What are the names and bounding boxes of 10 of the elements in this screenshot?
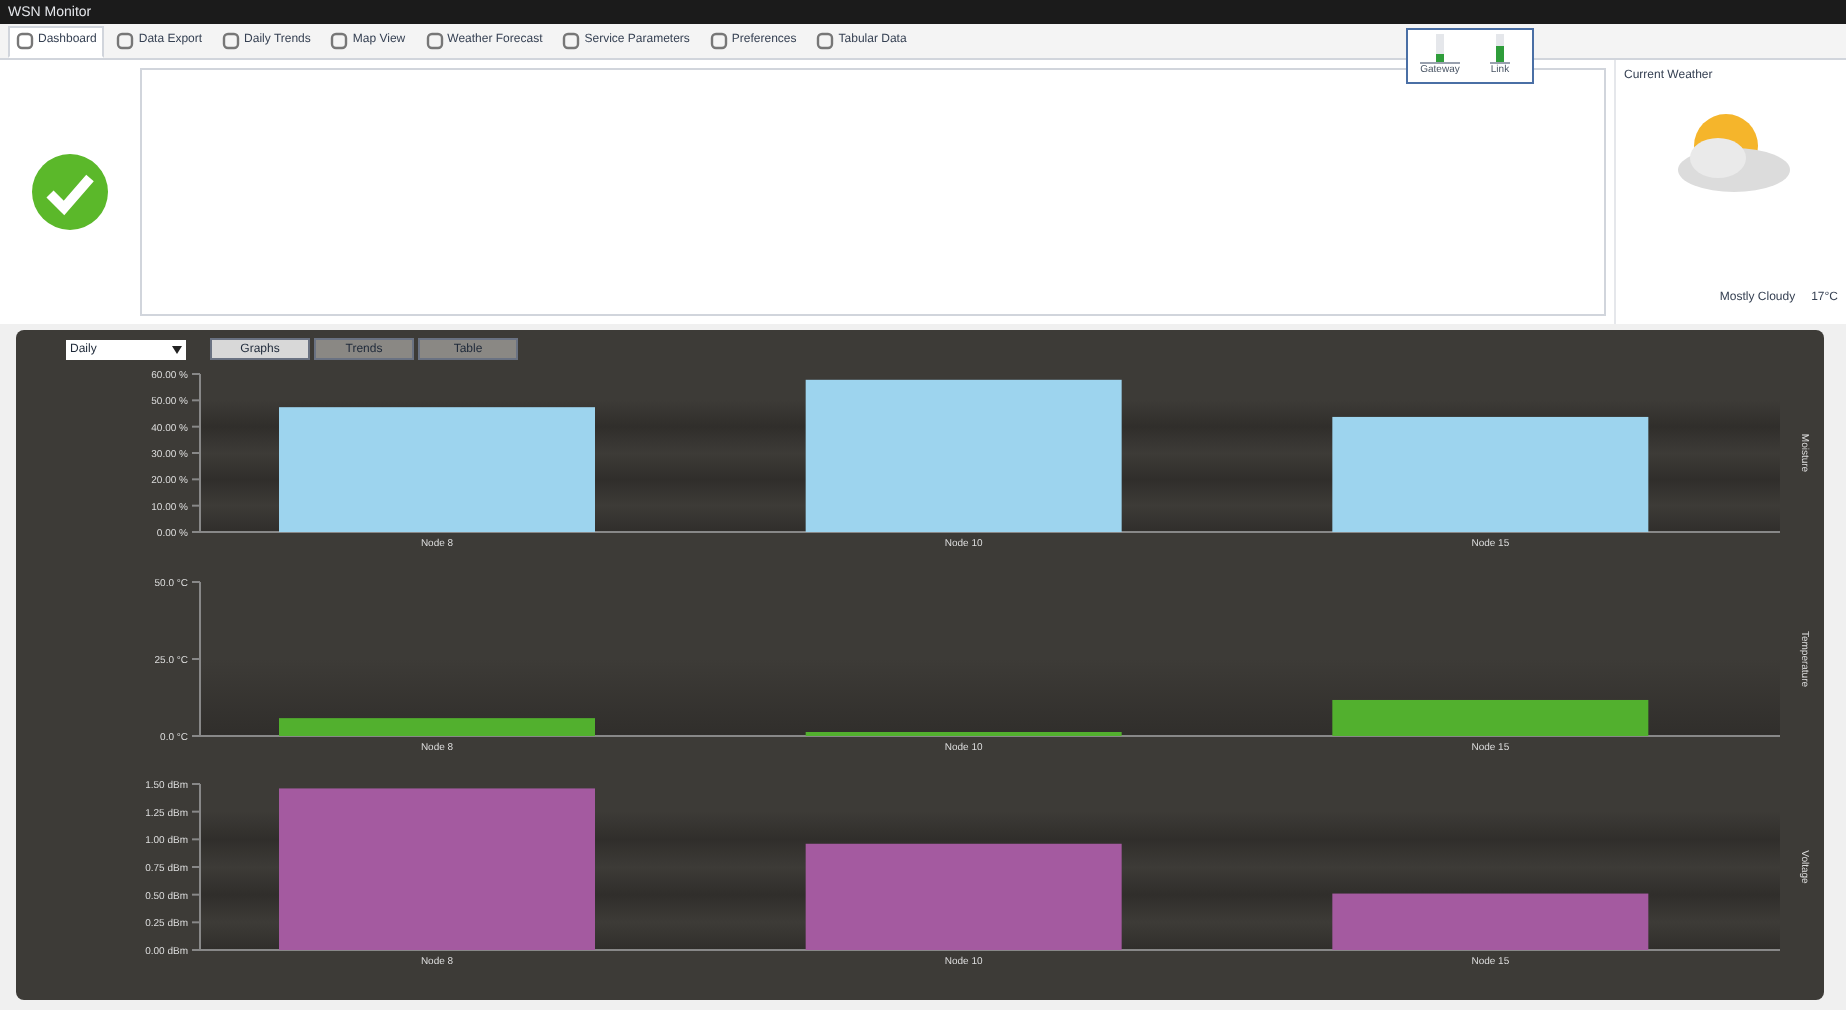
tab-icon xyxy=(330,32,349,50)
caret-icon xyxy=(172,345,182,353)
tab-icon xyxy=(816,32,835,50)
tab-icon xyxy=(222,32,241,50)
tab-icon xyxy=(562,32,581,50)
tab-icon xyxy=(425,32,444,50)
tab-icon xyxy=(709,32,728,50)
tab-icon xyxy=(16,32,34,50)
tab-icon xyxy=(116,32,135,50)
check-icon xyxy=(30,152,110,232)
